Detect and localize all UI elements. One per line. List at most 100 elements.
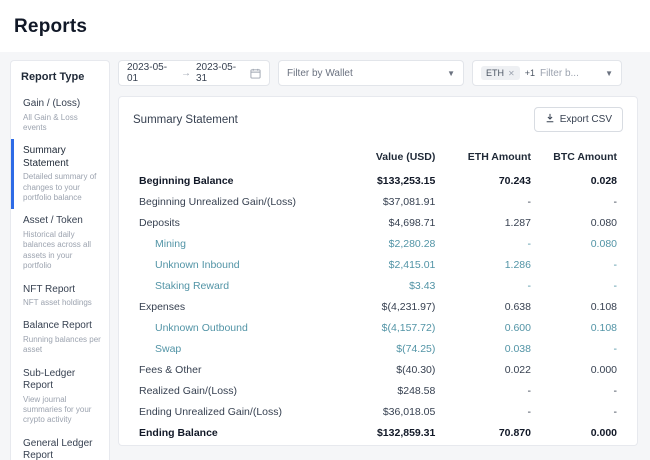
sidebar-item-general-ledger-report[interactable]: General Ledger Report View journal summa… <box>11 432 109 460</box>
cell-btc-amount: 0.108 <box>531 317 617 338</box>
summary-table-body: Beginning Balance $133,253.15 70.243 0.0… <box>139 170 617 443</box>
download-icon <box>545 113 555 126</box>
wallet-filter-select[interactable]: Filter by Wallet ▼ <box>278 60 464 86</box>
cell-eth-amount: - <box>435 401 531 422</box>
cell-eth-amount: 0.038 <box>435 338 531 359</box>
table-row: Unknown Inbound $2,415.01 1.286 - <box>139 254 617 275</box>
sidebar-item-subtitle: Running balances per asset <box>23 335 101 356</box>
token-filter-input[interactable]: Filter b... <box>540 68 600 79</box>
sidebar-item-subtitle: Historical daily balances across all ass… <box>23 230 101 272</box>
token-extra-count: +1 <box>525 68 535 78</box>
cell-btc-amount: - <box>531 380 617 401</box>
row-label: Beginning Balance <box>139 170 330 191</box>
col-header-value-usd: Value (USD) <box>330 146 435 170</box>
row-label[interactable]: Swap <box>139 338 330 359</box>
export-csv-label: Export CSV <box>560 114 612 125</box>
table-row: Swap $(74.25) 0.038 - <box>139 338 617 359</box>
cell-value-usd: $132,859.31 <box>330 422 435 443</box>
cell-eth-amount: 1.286 <box>435 254 531 275</box>
filter-toolbar: 2023-05-01 → 2023-05-31 Filter by Wallet… <box>118 60 638 86</box>
cell-btc-amount: 0.000 <box>531 359 617 380</box>
cell-value-usd: $133,253.15 <box>330 170 435 191</box>
export-csv-button[interactable]: Export CSV <box>534 107 623 132</box>
col-header-empty <box>139 146 330 170</box>
cell-value-usd: $3.43 <box>330 275 435 296</box>
sidebar-list: Gain / (Loss) All Gain & Loss events Sum… <box>11 92 109 460</box>
cell-value-usd: $2,415.01 <box>330 254 435 275</box>
cell-value-usd: $(4,231.97) <box>330 296 435 317</box>
date-range-picker[interactable]: 2023-05-01 → 2023-05-31 <box>118 60 270 86</box>
table-row: Realized Gain/(Loss) $248.58 - - <box>139 380 617 401</box>
sidebar-item-nft-report[interactable]: NFT Report NFT asset holdings <box>11 278 109 315</box>
token-filter-select[interactable]: ETH ✕ +1 Filter b... ▼ <box>472 60 622 86</box>
sidebar-item-sub-ledger-report[interactable]: Sub-Ledger Report View journal summaries… <box>11 362 109 432</box>
sidebar-item-label: NFT Report <box>23 284 101 297</box>
close-icon[interactable]: ✕ <box>508 69 515 78</box>
row-label: Deposits <box>139 212 330 233</box>
row-label: Realized Gain/(Loss) <box>139 380 330 401</box>
cell-eth-amount: - <box>435 233 531 254</box>
calendar-icon <box>250 68 261 79</box>
cell-btc-amount: - <box>531 338 617 359</box>
row-label[interactable]: Mining <box>139 233 330 254</box>
page-title: Reports <box>14 16 650 38</box>
table-row: Mining $2,280.28 - 0.080 <box>139 233 617 254</box>
cell-value-usd: $2,280.28 <box>330 233 435 254</box>
report-type-sidebar: Report Type Gain / (Loss) All Gain & Los… <box>10 60 110 460</box>
cell-value-usd: $4,698.71 <box>330 212 435 233</box>
row-label[interactable]: Unknown Outbound <box>139 317 330 338</box>
cell-value-usd: $(40.30) <box>330 359 435 380</box>
row-label: Expenses <box>139 296 330 317</box>
row-label[interactable]: Unknown Inbound <box>139 254 330 275</box>
cell-btc-amount: - <box>531 254 617 275</box>
token-tag-label: ETH <box>486 68 504 78</box>
wallet-filter-placeholder: Filter by Wallet <box>287 68 353 79</box>
sidebar-item-asset-token[interactable]: Asset / Token Historical daily balances … <box>11 209 109 277</box>
sidebar-item-label: Gain / (Loss) <box>23 98 101 111</box>
row-label[interactable]: Staking Reward <box>139 275 330 296</box>
sidebar-item-gain-loss[interactable]: Gain / (Loss) All Gain & Loss events <box>11 92 109 139</box>
cell-btc-amount: 0.028 <box>531 170 617 191</box>
cell-eth-amount: - <box>435 275 531 296</box>
top-header: Reports <box>0 0 650 52</box>
sidebar-item-label: General Ledger Report <box>23 438 101 460</box>
sidebar-item-label: Sub-Ledger Report <box>23 368 101 393</box>
table-row: Expenses $(4,231.97) 0.638 0.108 <box>139 296 617 317</box>
cell-eth-amount: 1.287 <box>435 212 531 233</box>
cell-btc-amount: 0.000 <box>531 422 617 443</box>
row-label: Ending Balance <box>139 422 330 443</box>
col-header-eth-amount: ETH Amount <box>435 146 531 170</box>
cell-value-usd: $(4,157.72) <box>330 317 435 338</box>
sidebar-item-balance-report[interactable]: Balance Report Running balances per asse… <box>11 314 109 361</box>
table-row: Ending Balance $132,859.31 70.870 0.000 <box>139 422 617 443</box>
cell-eth-amount: 0.600 <box>435 317 531 338</box>
sidebar-title: Report Type <box>11 61 109 92</box>
card-title: Summary Statement <box>133 114 238 126</box>
table-row: Beginning Balance $133,253.15 70.243 0.0… <box>139 170 617 191</box>
row-label: Ending Unrealized Gain/(Loss) <box>139 401 330 422</box>
table-row: Beginning Unrealized Gain/(Loss) $37,081… <box>139 191 617 212</box>
cell-btc-amount: 0.108 <box>531 296 617 317</box>
sidebar-item-subtitle: View journal summaries for your crypto a… <box>23 395 101 426</box>
sidebar-item-summary-statement[interactable]: Summary Statement Detailed summary of ch… <box>11 139 109 209</box>
table-row: Unknown Outbound $(4,157.72) 0.600 0.108 <box>139 317 617 338</box>
chevron-down-icon: ▼ <box>447 69 455 78</box>
cell-btc-amount: - <box>531 275 617 296</box>
cell-value-usd: $248.58 <box>330 380 435 401</box>
sidebar-item-label: Summary Statement <box>23 145 101 170</box>
cell-btc-amount: 0.080 <box>531 212 617 233</box>
cell-btc-amount: - <box>531 191 617 212</box>
sidebar-item-label: Balance Report <box>23 320 101 333</box>
cell-eth-amount: 0.022 <box>435 359 531 380</box>
card-header: Summary Statement Export CSV <box>119 97 637 140</box>
table-row: Deposits $4,698.71 1.287 0.080 <box>139 212 617 233</box>
cell-eth-amount: - <box>435 380 531 401</box>
cell-eth-amount: 70.243 <box>435 170 531 191</box>
date-range-arrow-icon: → <box>181 68 191 79</box>
sidebar-item-subtitle: NFT asset holdings <box>23 298 101 308</box>
table-header-row: Value (USD) ETH Amount BTC Amount <box>139 146 617 170</box>
date-end: 2023-05-31 <box>196 62 245 84</box>
date-start: 2023-05-01 <box>127 62 176 84</box>
row-label: Beginning Unrealized Gain/(Loss) <box>139 191 330 212</box>
sidebar-item-subtitle: All Gain & Loss events <box>23 113 101 134</box>
